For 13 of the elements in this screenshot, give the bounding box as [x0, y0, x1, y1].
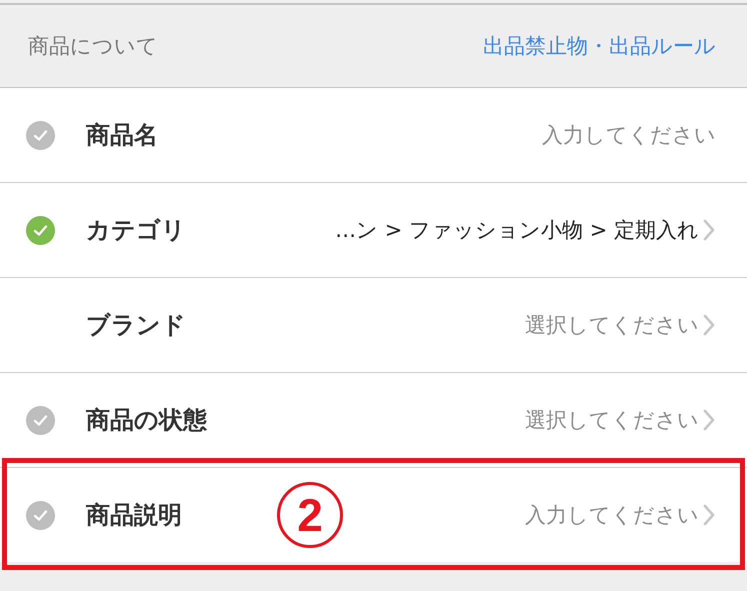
field-label: 商品の状態 — [86, 405, 207, 436]
rules-link[interactable]: 出品禁止物・出品ルール — [483, 32, 716, 60]
field-label: 商品説明 — [86, 500, 182, 531]
step-number: 2 — [277, 482, 343, 548]
field-label: カテゴリ — [86, 215, 186, 246]
selection-field[interactable]: …ン > ファッション小物 > 定期入れ — [335, 216, 699, 244]
input-field[interactable]: 選択してください — [525, 406, 699, 434]
section-title: 商品について — [28, 33, 158, 60]
input-field[interactable]: 選択してください — [525, 311, 699, 339]
input-field[interactable]: 入力してください — [525, 501, 699, 529]
field-label: ブランド — [86, 310, 186, 341]
input-field[interactable]: 入力してください — [542, 121, 716, 149]
field-label: 商品名 — [86, 120, 158, 151]
